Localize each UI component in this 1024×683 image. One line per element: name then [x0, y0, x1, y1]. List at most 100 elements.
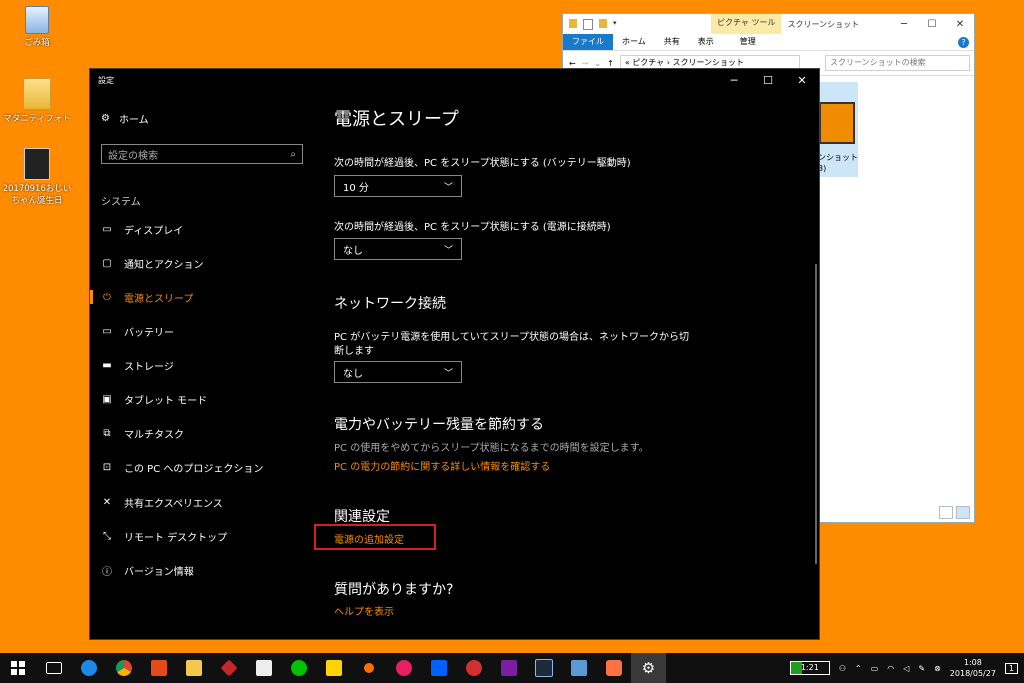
close-circle-icon[interactable]: ⊗ — [934, 664, 941, 673]
sidebar-item-tablet-mode[interactable]: ▣ タブレット モード — [101, 392, 207, 407]
sidebar-item-storage[interactable]: ▬ ストレージ — [101, 358, 174, 373]
dropdown-icon[interactable]: ▾ — [613, 19, 621, 28]
taskbar-office[interactable] — [141, 653, 176, 683]
tab-view[interactable]: 表示 — [689, 34, 723, 50]
explorer-ribbon: ファイル ホーム 共有 表示 管理 ? — [563, 34, 974, 51]
remote-desktop-icon: ⤡ — [103, 530, 111, 542]
task-view-button[interactable] — [36, 653, 71, 683]
desktop-icon-birthday[interactable]: 20170916おじいちゃん誕生日 — [2, 148, 72, 207]
sidebar-item-battery[interactable]: ▭ バッテリー — [101, 324, 174, 339]
battery-indicator[interactable]: 1:21 — [789, 661, 830, 675]
app-icon — [395, 660, 412, 676]
sleep-battery-dropdown[interactable]: 10 分 ﹀ — [334, 175, 462, 197]
tab-file[interactable]: ファイル — [563, 34, 613, 50]
settings-search-placeholder: 設定の検索 — [108, 150, 158, 162]
taskbar-app-dark[interactable] — [351, 653, 386, 683]
clock-time: 1:08 — [963, 658, 982, 667]
dropdown-value: 10 分 — [343, 182, 369, 194]
explorer-titlebar[interactable]: ▾ ピクチャ ツール スクリーンショット ─ ☐ ✕ — [563, 14, 974, 34]
minimize-icon[interactable]: ─ — [890, 19, 918, 30]
taskbar-vivaldi[interactable] — [316, 653, 351, 683]
taskbar-lightroom[interactable] — [526, 653, 561, 683]
tab-share[interactable]: 共有 — [655, 34, 689, 50]
close-icon[interactable]: ✕ — [785, 74, 819, 87]
tab-home[interactable]: ホーム — [613, 34, 655, 50]
sidebar-item-display[interactable]: ▭ ディスプレイ — [101, 222, 183, 237]
folder-small-icon[interactable] — [569, 18, 577, 28]
desktop-icon-label: ごみ箱 — [24, 38, 50, 48]
close-icon[interactable]: ✕ — [946, 19, 974, 30]
taskbar-settings[interactable]: ⚙ — [631, 653, 666, 683]
taskbar: ⚙ 1:21 ⚇ ⌃ ▭ ◠ ◁ ✎ ⊗ 1:08 2018/05/27 1 — [0, 653, 1024, 683]
up-arrow-icon[interactable]: ↑ — [607, 59, 614, 68]
sidebar-item-projection[interactable]: ⊡ この PC へのプロジェクション — [101, 460, 264, 475]
desktop-icon-recycle-bin[interactable]: ごみ箱 — [2, 6, 72, 49]
volume-icon[interactable]: ◁ — [903, 664, 909, 673]
taskbar-line[interactable] — [281, 653, 316, 683]
large-icons-view-icon[interactable] — [956, 506, 970, 519]
folder-icon — [23, 78, 51, 110]
clock[interactable]: 1:08 2018/05/27 — [950, 657, 996, 679]
taskbar-app-white[interactable] — [246, 653, 281, 683]
page-title: 電源とスリープ — [334, 109, 459, 130]
sidebar-item-power-sleep[interactable]: ⏻ 電源とスリープ — [101, 290, 193, 305]
sidebar-item-shared-experiences[interactable]: ✕ 共有エクスペリエンス — [101, 495, 223, 510]
settings-titlebar[interactable]: 設定 ─ ☐ ✕ — [90, 69, 819, 91]
taskbar-app-swirl[interactable] — [456, 653, 491, 683]
people-icon[interactable]: ⚇ — [839, 664, 846, 673]
pen-icon[interactable]: ✎ — [918, 664, 925, 673]
notification-center-icon[interactable]: 1 — [1004, 662, 1018, 674]
taskbar-app-pink[interactable] — [386, 653, 421, 683]
details-view-icon[interactable] — [939, 506, 953, 519]
back-arrow-icon[interactable]: ← — [569, 59, 576, 68]
start-button[interactable] — [0, 661, 36, 675]
nav-home[interactable]: ⚙ ホーム — [101, 111, 149, 126]
task-view-icon — [45, 662, 62, 674]
maximize-icon[interactable]: ☐ — [751, 74, 785, 87]
taskbar-file-explorer[interactable] — [176, 653, 211, 683]
desktop-icon-label: マタニティフォト — [3, 114, 71, 124]
taskbar-dropbox[interactable] — [421, 653, 456, 683]
sidebar-item-remote-desktop[interactable]: ⤡ リモート デスクトップ — [101, 529, 227, 544]
help-icon[interactable]: ? — [958, 36, 969, 48]
folder-small-icon[interactable] — [599, 18, 607, 28]
chevron-up-icon[interactable]: ⌃ — [855, 664, 862, 673]
sidebar-item-about[interactable]: ⓘ バージョン情報 — [101, 563, 194, 578]
folder-icon — [185, 660, 202, 676]
app-icon — [605, 660, 622, 676]
taskbar-edge[interactable] — [71, 653, 106, 683]
taskbar-chrome[interactable] — [106, 653, 141, 683]
quick-access-toolbar: ▾ — [563, 18, 621, 30]
save-info-link[interactable]: PC の電力の節約に関する詳しい情報を確認する — [334, 458, 550, 473]
tab-manage[interactable]: 管理 — [731, 34, 765, 50]
desktop-icon-maternity-photo[interactable]: マタニティフォト — [2, 78, 72, 125]
nav-section-label: システム — [101, 197, 141, 208]
taskbar-app-orange[interactable] — [596, 653, 631, 683]
projection-icon: ⊡ — [102, 461, 112, 473]
taskbar-app-n[interactable] — [561, 653, 596, 683]
minimize-icon[interactable]: ─ — [717, 74, 751, 87]
wifi-icon[interactable]: ◠ — [887, 664, 894, 673]
clock-date: 2018/05/27 — [949, 669, 996, 678]
info-icon: ⓘ — [102, 566, 112, 578]
scrollbar[interactable] — [815, 264, 817, 564]
recent-dropdown-icon[interactable]: ⌄ — [594, 59, 601, 68]
file-thumbnail[interactable]: ンショット 3) — [816, 82, 858, 177]
maximize-icon[interactable]: ☐ — [918, 19, 946, 30]
taskbar-app-red[interactable] — [211, 653, 246, 683]
sleep-plugged-dropdown[interactable]: なし ﹀ — [334, 238, 462, 260]
settings-search-input[interactable]: 設定の検索 ⌕ — [101, 144, 303, 164]
network-description-line1: PC がバッテリ電源を使用していてスリープ状態の場合は、ネットワークから切 — [334, 332, 689, 343]
taskbar-onenote[interactable] — [491, 653, 526, 683]
get-help-link[interactable]: ヘルプを表示 — [334, 603, 394, 618]
network-dropdown[interactable]: なし ﹀ — [334, 361, 462, 383]
battery-tray-icon[interactable]: ▭ — [871, 664, 879, 673]
forward-arrow-icon[interactable]: → — [582, 59, 589, 68]
check-icon[interactable] — [583, 18, 593, 30]
additional-power-settings-link[interactable]: 電源の追加設定 — [334, 531, 404, 546]
active-indicator — [90, 290, 93, 304]
sidebar-item-multitasking[interactable]: ⧉ マルチタスク — [101, 426, 184, 441]
sidebar-item-notifications[interactable]: ▢ 通知とアクション — [101, 256, 203, 271]
explorer-search-input[interactable]: スクリーンショットの検索 — [825, 55, 970, 71]
settings-window[interactable]: 設定 ─ ☐ ✕ ⚙ ホーム 設定の検索 ⌕ システム ▭ ディスプレイ ▢ 通… — [89, 68, 820, 640]
